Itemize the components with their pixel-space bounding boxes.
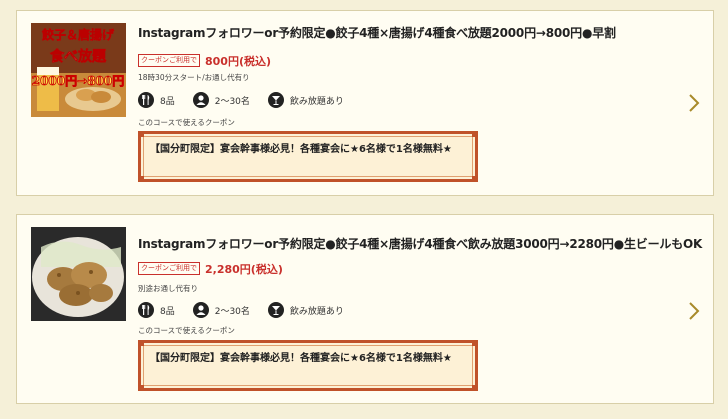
cocktail-icon <box>267 302 284 318</box>
cutlery-icon <box>138 302 154 318</box>
course-note: 別途お通し代有り <box>138 284 198 293</box>
course-price: 800円(税込) <box>205 55 272 68</box>
course-info: 8品 2～30名 飲み放題あり <box>138 302 362 318</box>
course-image[interactable] <box>31 227 126 321</box>
items-count: 8品 <box>160 306 175 317</box>
coupon-tag: クーポンご利用で <box>138 262 200 275</box>
cutlery-icon <box>138 92 154 108</box>
coupon-text: 【国分町限定】宴会幹事様必見！各種宴会に★6名様で1名様無料★ <box>150 144 452 155</box>
coupon-tag: クーポンご利用で <box>138 54 200 67</box>
coupon-box[interactable]: 【国分町限定】宴会幹事様必見！各種宴会に★6名様で1名様無料★ <box>138 131 478 182</box>
cocktail-icon <box>267 92 284 108</box>
thumb-text-1: 餃子＆唐揚げ <box>42 27 115 42</box>
people-range: 2～30名 <box>214 96 250 107</box>
thumb-text-3: 2000円→800円 <box>32 74 125 88</box>
course-title[interactable]: Instagramフォロワーor予約限定●餃子4種×唐揚げ4種食べ放題2000円… <box>138 24 616 41</box>
coupon-text: 【国分町限定】宴会幹事様必見！各種宴会に★6名様で1名様無料★ <box>150 353 452 364</box>
course-info: 8品 2～30名 飲み放題あり <box>138 92 362 108</box>
course-card[interactable]: 餃子＆唐揚げ 食べ放題 2000円→800円 Instagramフォロワーor予… <box>16 10 714 196</box>
person-icon <box>192 302 209 318</box>
course-title[interactable]: Instagramフォロワーor予約限定●餃子4種×唐揚げ4種食べ飲み放題300… <box>138 235 702 252</box>
course-card[interactable]: Instagramフォロワーor予約限定●餃子4種×唐揚げ4種食べ飲み放題300… <box>16 214 714 404</box>
course-image[interactable]: 餃子＆唐揚げ 食べ放題 2000円→800円 <box>31 23 126 117</box>
items-count: 8品 <box>160 96 175 107</box>
drink-option: 飲み放題あり <box>289 306 344 317</box>
chevron-right-icon[interactable] <box>687 93 701 113</box>
thumb-text-2: 食べ放題 <box>50 48 107 65</box>
people-range: 2～30名 <box>214 306 250 317</box>
person-icon <box>192 92 209 108</box>
course-price: 2,280円(税込) <box>205 263 283 276</box>
drink-option: 飲み放題あり <box>289 96 344 107</box>
chevron-right-icon[interactable] <box>687 301 701 321</box>
course-note: 18時30分スタート/お通し代有り <box>138 73 250 82</box>
coupon-label: このコースで使えるクーポン <box>138 118 235 127</box>
coupon-box[interactable]: 【国分町限定】宴会幹事様必見！各種宴会に★6名様で1名様無料★ <box>138 340 478 391</box>
coupon-label: このコースで使えるクーポン <box>138 326 235 335</box>
